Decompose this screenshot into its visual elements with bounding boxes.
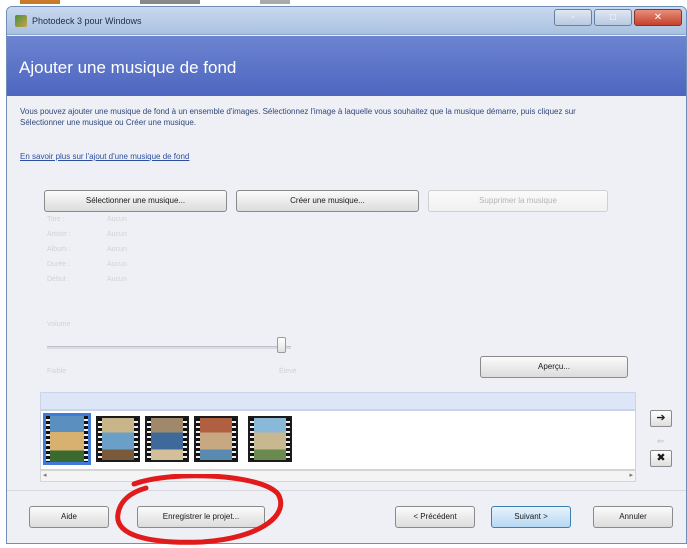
remove-music-button[interactable]: Supprimer la musique bbox=[428, 190, 608, 212]
remove-icon: ✖ bbox=[656, 452, 666, 464]
volume-label: Volume bbox=[47, 321, 71, 328]
remove-photo-button[interactable]: ✖ bbox=[650, 450, 672, 467]
maximize-button[interactable]: □ bbox=[594, 9, 632, 26]
filmstrip-thumbnail[interactable] bbox=[248, 416, 292, 462]
volume-max-label: Élevé bbox=[279, 368, 297, 375]
help-button[interactable]: Aide bbox=[29, 506, 109, 528]
volume-slider-track[interactable] bbox=[47, 346, 291, 349]
title-bar[interactable]: Photodeck 3 pour Windows - □ ✕ bbox=[7, 7, 686, 35]
instructions-text: Vous pouvez ajouter une musique de fond … bbox=[20, 107, 576, 127]
music-info-row: Durée : Aucun bbox=[47, 261, 157, 276]
info-value: Aucun bbox=[107, 231, 127, 238]
info-value: Aucun bbox=[107, 276, 127, 283]
filmstrip bbox=[40, 410, 636, 470]
info-key: Durée : bbox=[47, 261, 70, 268]
filmstrip-thumbnail[interactable] bbox=[145, 416, 189, 462]
info-key: Album : bbox=[47, 246, 71, 253]
music-info-row: Début : Aucun bbox=[47, 276, 157, 291]
taskbar-fragment bbox=[260, 0, 290, 4]
info-value: Aucun bbox=[107, 246, 127, 253]
move-right-button[interactable]: ➔ bbox=[650, 410, 672, 427]
close-icon: ✕ bbox=[653, 12, 663, 23]
music-info-list: Titre : Aucun Artiste : Aucun Album : Aucun… bbox=[47, 216, 157, 291]
music-info-row: Album : Aucun bbox=[47, 246, 157, 261]
minimize-button[interactable]: - bbox=[554, 9, 592, 26]
maximize-icon: □ bbox=[609, 12, 617, 23]
taskbar-fragment bbox=[140, 0, 200, 4]
window-controls: - □ ✕ bbox=[552, 9, 682, 26]
info-key: Début : bbox=[47, 276, 70, 283]
scroll-left-icon[interactable]: ◂ bbox=[43, 471, 47, 481]
volume-min-label: Faible bbox=[47, 368, 67, 375]
preview-button[interactable]: Aperçu... bbox=[480, 356, 628, 378]
main-content: Vous pouvez ajouter une musique de fond … bbox=[7, 96, 686, 543]
taskbar-fragment bbox=[20, 0, 60, 4]
filmstrip-thumbnail[interactable] bbox=[43, 413, 91, 465]
app-icon bbox=[15, 15, 27, 27]
info-key: Titre : bbox=[47, 216, 65, 223]
learn-more-link[interactable]: En savoir plus sur l'ajout d'une musique… bbox=[20, 152, 189, 161]
music-info-row: Artiste : Aucun bbox=[47, 231, 157, 246]
arrow-right-icon: ➔ bbox=[656, 412, 666, 424]
close-button[interactable]: ✕ bbox=[634, 9, 682, 26]
wizard-window: Photodeck 3 pour Windows - □ ✕ Ajouter u… bbox=[6, 6, 687, 544]
info-key: Artiste : bbox=[47, 231, 71, 238]
minimize-icon: - bbox=[571, 12, 575, 23]
info-value: Aucun bbox=[107, 261, 127, 268]
footer-divider bbox=[7, 490, 686, 491]
create-music-button[interactable]: Créer une musique... bbox=[236, 190, 419, 212]
music-info-row: Titre : Aucun bbox=[47, 216, 157, 231]
window-title: Photodeck 3 pour Windows bbox=[32, 16, 142, 26]
filmstrip-scrollbar[interactable]: ◂ ▸ bbox=[40, 470, 636, 482]
select-music-button[interactable]: Sélectionner une musique... bbox=[44, 190, 227, 212]
move-left-icon: ⇐ bbox=[657, 436, 665, 446]
filmstrip-thumbnail[interactable] bbox=[96, 416, 140, 462]
page-banner: Ajouter une musique de fond bbox=[7, 36, 686, 96]
next-button[interactable]: Suivant > bbox=[491, 506, 571, 528]
scroll-right-icon[interactable]: ▸ bbox=[629, 471, 633, 481]
cancel-button[interactable]: Annuler bbox=[593, 506, 673, 528]
info-value: Aucun bbox=[107, 216, 127, 223]
save-project-button[interactable]: Enregistrer le projet... bbox=[137, 506, 265, 528]
previous-button[interactable]: < Précédent bbox=[395, 506, 475, 528]
volume-slider-thumb[interactable] bbox=[277, 337, 287, 353]
page-title: Ajouter une musique de fond bbox=[19, 58, 237, 77]
filmstrip-thumbnail[interactable] bbox=[194, 416, 238, 462]
filmstrip-header bbox=[40, 392, 636, 410]
